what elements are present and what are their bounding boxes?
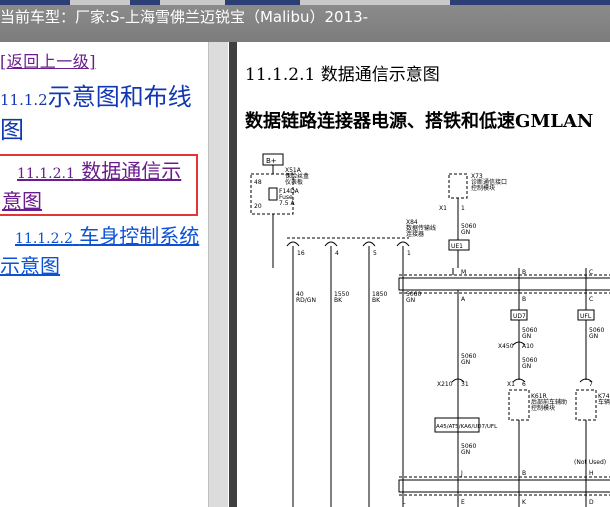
nav-item-number: 11.1.2.1 [17, 166, 75, 182]
bus-letter-b-bottom: B [522, 470, 526, 477]
ue1-label: UE1 [451, 243, 463, 250]
document-heading-number: 11.1.2.1 [245, 65, 316, 85]
ufl-label: UFL [580, 313, 592, 320]
document-pane: 11.1.2.1 数据通信示意图 数据链路连接器电源、搭铁和低速GMLAN B+… [229, 42, 610, 507]
k61r-pin: 6 [522, 381, 526, 388]
bus-letter-h: H [589, 470, 594, 477]
document-subheading: 数据链路连接器电源、搭铁和低速GMLAN [245, 111, 594, 132]
bus-letter-m: M [461, 269, 466, 276]
tab-strip [0, 0, 610, 5]
bus-letter-b-mid: B [522, 296, 526, 303]
options-label: A45/ATS/KA6/UD7/UFL [436, 424, 498, 430]
bus-connector-bottom [398, 479, 610, 493]
bplus-label: B+ [266, 157, 277, 165]
bus-letter-b: B [522, 269, 526, 276]
left-frame-edge [229, 42, 237, 507]
dlc-pin: 1 [407, 250, 411, 257]
bus-letter-j: J [460, 470, 463, 477]
x51a-desc2: 仪表板 [285, 178, 303, 186]
pin-20: 20 [254, 203, 262, 210]
wire-gn-d: GN [522, 363, 531, 370]
bus-letter-k: K [522, 499, 527, 506]
k61r-x1: X1 [507, 381, 515, 388]
bus-letter-a: A [461, 296, 466, 303]
navigation-pane: [返回上一级] 11.1.2示意图和布线图 11.1.2.1 数据通信示意图 1… [0, 42, 209, 507]
x1-pin-number: 1 [461, 205, 465, 212]
bus-letter-l: L [402, 499, 406, 506]
bus-letter-e: E [461, 499, 465, 506]
x210-pin: 31 [461, 381, 469, 388]
pane-splitter[interactable] [209, 42, 228, 507]
bus-letter-c: C [589, 269, 593, 276]
bus-letter-c-mid: C [589, 296, 593, 303]
wire-color: BK [372, 297, 381, 304]
wire-color: RD/GN [296, 297, 316, 304]
fuse-amp: 7.5 A [279, 200, 295, 207]
dlc-pin: 4 [335, 250, 339, 257]
k74-pin: 7 [589, 381, 593, 388]
module-k61r [508, 389, 530, 421]
document-heading-text: 数据通信示意图 [320, 65, 440, 85]
wire-gn-1: GN [461, 229, 470, 236]
bus-connector-top [398, 277, 610, 291]
x1-pin-label: X1 [439, 205, 447, 212]
wire-gn-e: GN [461, 449, 470, 456]
dlc-pin: 5 [373, 250, 377, 257]
x450-label: X450 [498, 343, 514, 350]
x84-desc2: 连接器 [406, 230, 424, 238]
a10-label: A10 [522, 343, 534, 350]
nav-item-data-communication[interactable]: 11.1.2.1 数据通信示意图 [0, 154, 198, 216]
nav-item-number: 11.1.2.2 [15, 231, 73, 247]
document-heading: 11.1.2.1 数据通信示意图 [245, 60, 440, 85]
title-bar: 当前车型：厂家:S-上海雪佛兰迈锐宝（Malibu）2013- [0, 0, 610, 42]
module-k74 [575, 389, 597, 421]
nav-item-body-control[interactable]: 11.1.2.2 车身控制系统示意图 [0, 223, 205, 280]
not-used-label: (Not Used) [574, 459, 606, 466]
window-title: 当前车型：厂家:S-上海雪佛兰迈锐宝（Malibu）2013- [0, 8, 369, 26]
x73-desc2: 控制模块 [471, 184, 495, 192]
k74-desc: 车辆 [598, 398, 610, 406]
section-number: 11.1.2 [0, 91, 48, 109]
wiring-diagram: B+ X51A 保险丝盒 仪表板 48 F14DA Fuse 7.5 A 20 … [250, 153, 610, 507]
wire-color: BK [334, 297, 343, 304]
module-x73 [448, 173, 468, 199]
fuse-symbol [268, 187, 278, 201]
k61r-desc2: 控制模块 [531, 404, 555, 412]
back-link[interactable]: [返回上一级] [0, 48, 96, 72]
dlc-pin: 16 [297, 250, 305, 257]
ud7-label: UD7 [513, 313, 526, 320]
pin-48: 48 [254, 179, 262, 186]
x210-label: X210 [437, 381, 453, 388]
bus-letter-d: D [589, 499, 594, 506]
wire-color: GN [406, 297, 415, 304]
wire-gn-b: GN [589, 333, 598, 340]
wire-gn-c: GN [461, 359, 470, 366]
section-title[interactable]: 11.1.2示意图和布线图 [0, 82, 205, 145]
wire-gn-a: GN [522, 333, 531, 340]
